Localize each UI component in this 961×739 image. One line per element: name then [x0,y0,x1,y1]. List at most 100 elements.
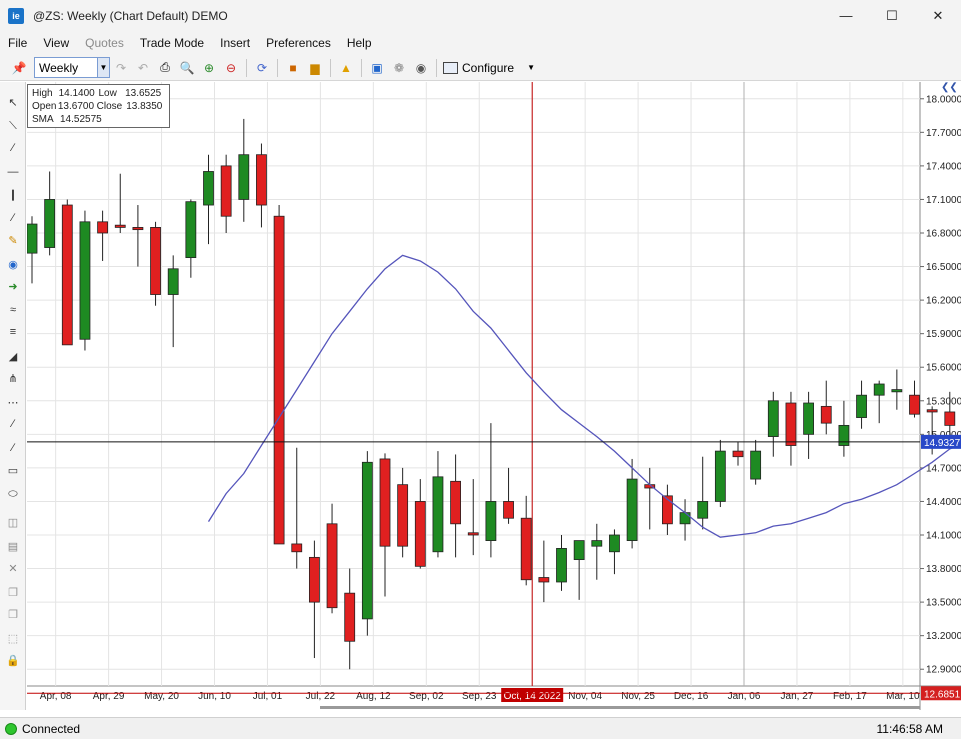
y-tick-label: 14.4000 [926,497,961,508]
parallel-lines-tool-icon[interactable]: ∕ [4,210,22,226]
regression-tool-icon[interactable]: ⋯ [4,394,22,410]
undo-icon[interactable]: ↶ [134,59,152,77]
arrow-tool-icon[interactable]: ➜ [4,278,22,294]
y-tick-label: 16.8000 [926,229,961,240]
y-tick-label: 18.0000 [926,94,961,105]
candle-body [891,389,903,393]
x-tick-label: Jun, 10 [198,691,231,702]
menu-trade-mode[interactable]: Trade Mode [132,36,212,50]
candle-body [150,227,161,295]
cycle-icon[interactable]: ⟳ [253,59,271,77]
menu-view[interactable]: View [35,36,77,50]
menu-quotes[interactable]: Quotes [77,36,132,50]
text-tool-icon[interactable]: ✎ [4,232,22,248]
x-tick-label: Apr, 29 [93,691,125,702]
price-chart[interactable]: 18.0000 17.7000 17.4000 17.1000 16.8000 16.50… [26,82,961,710]
menu-preferences[interactable]: Preferences [258,36,339,50]
delete-tool-icon[interactable]: ✕ [4,560,22,576]
candle-body [220,165,232,217]
candle-body [750,450,762,480]
collapse-panel-icon[interactable]: ❮❮ [941,82,958,94]
toolbar-separator [246,58,247,77]
candle-body [520,517,532,581]
zoom-in-icon[interactable]: ⊕ [200,59,218,77]
speed-lines-tool-icon[interactable]: ∕ [4,416,22,432]
copy-tool-icon[interactable]: ❐ [4,584,22,600]
cursor-tool-icon[interactable]: ↖ [4,94,22,110]
zoom-icon[interactable]: 🔍 [178,59,196,77]
toolbar-separator [436,58,437,77]
y-tick-label: 12.9000 [926,665,961,676]
bar-chart-icon[interactable]: ▆ [306,59,324,77]
candle-body [467,532,479,536]
plot-background [27,82,920,686]
x-tick-label: Oct, 14 2022 [504,691,562,702]
vertical-line-tool-icon[interactable]: ❙ [4,186,22,202]
data-window: High 14.1400 Low 13.6525 Open 13.6700 Cl… [27,84,170,128]
candle-body [662,495,673,525]
candle-body [44,199,56,248]
select-area-tool-icon[interactable]: ⬚ [4,630,22,646]
link-icon[interactable]: ❁ [390,59,408,77]
andrews-tool-icon[interactable]: ∕ [4,440,22,456]
lock-tool-icon[interactable]: 🔒 [4,652,22,668]
wave-tool-icon[interactable]: ≈ [4,302,22,318]
candle-body [308,556,320,603]
title-bar: ie @ZS: Weekly (Chart Default) DEMO — ☐ … [0,0,961,31]
y-tick-label: 13.8000 [926,564,961,575]
x-tick-label: Jan, 27 [781,691,814,702]
configure-button[interactable]: Configure [443,61,514,75]
note-tool-icon[interactable]: ▤ [4,538,22,554]
bar-type-icon[interactable]: ⎙ [156,59,174,77]
candle-body [803,402,814,435]
callout-tool-icon[interactable]: ◉ [4,256,22,272]
redo-icon[interactable]: ↷ [112,59,130,77]
pitchfork-tool-icon[interactable]: ⋔ [4,370,22,386]
candle-body [591,540,603,547]
chart-area[interactable]: 18.0000 17.7000 17.4000 17.1000 16.8000 16.50… [26,82,961,710]
candle-body [926,409,938,413]
channel-tool-icon[interactable]: ∕ [4,140,22,156]
candle-body [344,592,356,642]
x-tick-label: May, 20 [144,691,179,702]
ellipse-tool-icon[interactable]: ⬭ [4,486,22,502]
paste-tool-icon[interactable]: ❐ [4,606,22,622]
toolbar-separator [361,58,362,77]
toolbar-overflow-icon[interactable]: ▼ [522,59,540,77]
pin-icon[interactable]: 📌 [10,59,28,77]
horizontal-scrollbar[interactable] [320,706,920,709]
low-value: 13.6525 [125,88,162,99]
menu-help[interactable]: Help [339,36,380,50]
visibility-icon[interactable]: ◉ [412,59,430,77]
toolbar: 📌 Weekly ▼ ↷ ↶ ⎙ 🔍 ⊕ ⊖ ⟳ ■ ▆ ▲ ▣ ❁ ◉ Con… [0,55,961,81]
maximize-button[interactable]: ☐ [869,0,915,31]
minimize-button[interactable]: — [823,0,869,31]
period-select[interactable]: Weekly ▼ [34,57,110,78]
candle-body [238,154,250,200]
x-tick-label: Nov, 25 [621,691,655,702]
candle-body [573,540,585,561]
save-icon[interactable]: ▣ [368,59,386,77]
x-tick-label: Jul, 22 [306,691,336,702]
candle-body [626,478,638,541]
layers-tool-icon[interactable]: ◫ [4,514,22,530]
menu-file[interactable]: File [0,36,35,50]
rectangle-tool-icon[interactable]: ▭ [4,462,22,478]
alert-bell-icon[interactable]: ▲ [337,59,355,77]
horizontal-line-tool-icon[interactable]: — [4,164,22,180]
trendline-tool-icon[interactable]: ⟍ [4,118,22,134]
sma-value: 14.52575 [60,114,102,125]
fibonacci-tool-icon[interactable]: ≡ [4,324,22,340]
chart-study-icon[interactable]: ■ [284,59,302,77]
y-tick-label: 17.7000 [926,128,961,139]
close-button[interactable]: ✕ [915,0,961,31]
x-tick-label: Apr, 08 [40,691,72,702]
high-value: 14.1400 [58,88,95,99]
candle-body [273,215,285,545]
chevron-down-icon[interactable]: ▼ [97,58,109,77]
zoom-out-icon[interactable]: ⊖ [222,59,240,77]
menu-insert[interactable]: Insert [212,36,258,50]
gann-tool-icon[interactable]: ◢ [4,348,22,364]
sma-label: SMA [32,114,54,125]
y-tick-label: 14.1000 [926,531,961,542]
